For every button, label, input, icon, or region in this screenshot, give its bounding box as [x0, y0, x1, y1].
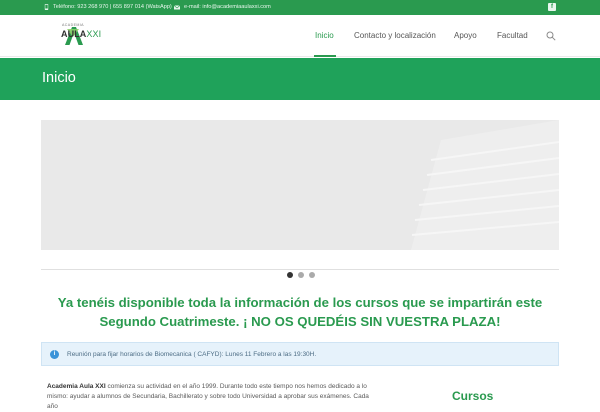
page-title: Inicio — [42, 70, 76, 86]
slider-dot-3[interactable] — [309, 272, 315, 278]
facebook-icon[interactable]: f — [548, 3, 556, 11]
email-text[interactable]: e-mail: info@academiaaulaxxi.com — [184, 4, 271, 10]
phone-icon — [44, 4, 49, 10]
nav-contacto[interactable]: Contacto y localización — [354, 31, 436, 40]
mail-icon — [174, 4, 180, 9]
nav-apoyo[interactable]: Apoyo — [454, 31, 477, 40]
email-info[interactable]: e-mail: info@academiaaulaxxi.com — [174, 4, 271, 10]
nav-facultad[interactable]: Facultad — [497, 31, 528, 40]
logo-suffix: XXI — [86, 29, 102, 39]
info-notice: i Reunión para fijar horarios de Biomeca… — [41, 342, 559, 366]
slide-image — [41, 120, 559, 250]
headline-line-2: Segundo Cuatrimeste. ¡ NO OS QUEDÉIS SIN… — [99, 313, 501, 329]
notice-text: Reunión para fijar horarios de Biomecani… — [67, 351, 317, 358]
search-icon[interactable] — [546, 31, 556, 41]
slider-dot-2[interactable] — [298, 272, 304, 278]
intro-paragraph: Academia Aula XXI comienza su actividad … — [47, 382, 377, 412]
courses-heading: Cursos — [452, 389, 494, 403]
phone-text: Teléfono: 923 268 970 | 655 897 014 (Wat… — [53, 4, 172, 10]
headline-line-1: Ya tenéis disponible toda la información… — [57, 295, 543, 310]
nav-active-indicator — [314, 55, 336, 57]
slider-divider — [41, 269, 559, 270]
info-icon: i — [50, 350, 59, 359]
phone-info: Teléfono: 923 268 970 | 655 897 014 (Wat… — [44, 4, 172, 10]
slider-dot-1[interactable] — [287, 272, 293, 278]
intro-bold: Academia Aula XXI — [47, 383, 106, 390]
image-slider[interactable] — [41, 120, 559, 250]
top-contact-bar: Teléfono: 923 268 970 | 655 897 014 (Wat… — [0, 0, 600, 15]
logo-wordmark[interactable]: AULAXXI — [61, 29, 101, 39]
logo-tagline: ACADEMIA — [62, 23, 84, 27]
nav-inicio[interactable]: Inicio — [315, 31, 334, 40]
page-hero: Inicio — [0, 58, 600, 100]
slider-dots — [287, 272, 315, 278]
announcement-headline: Ya tenéis disponible toda la información… — [48, 294, 552, 331]
logo-main: AULA — [61, 29, 87, 39]
